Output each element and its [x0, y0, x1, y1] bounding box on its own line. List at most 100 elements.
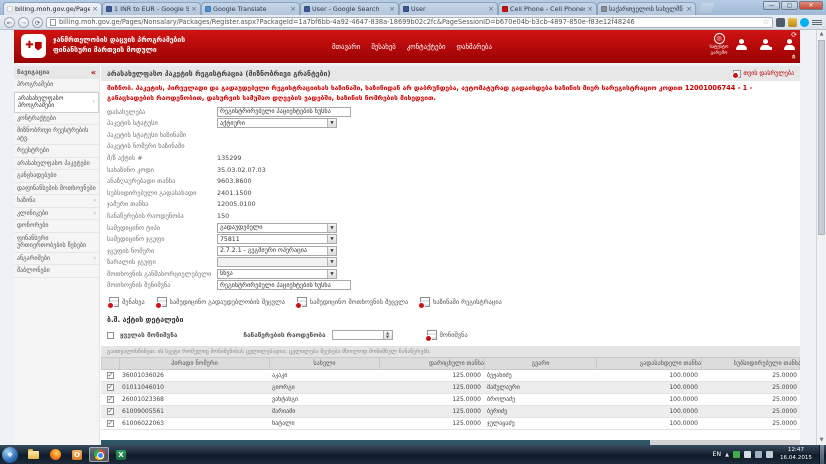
refresh-icon[interactable]: ⟳: [791, 31, 797, 39]
browser-tab[interactable]: billing.moh.gov.ge/Page ×: [3, 2, 102, 15]
field-select[interactable]: 75811 ▼: [217, 234, 337, 244]
sidebar-item[interactable]: კლინიკები ›: [14, 208, 99, 221]
sidebar-item[interactable]: არასახელფასო პროგრამები ›: [14, 92, 99, 113]
sidebar-item[interactable]: შაბლონები ›: [14, 265, 99, 278]
collapse-up-icon[interactable]: »: [789, 54, 798, 59]
antivirus-tray-icon[interactable]: [733, 451, 740, 458]
table-column-header[interactable]: სახელი: [270, 358, 380, 369]
tab-close-icon[interactable]: ×: [686, 6, 692, 12]
users-group-icon[interactable]: [784, 39, 795, 51]
table-column-header[interactable]: პირადი ნომერი: [120, 358, 270, 369]
chrome-menu-icon[interactable]: [812, 18, 822, 27]
action-button[interactable]: შენახვა: [109, 297, 145, 307]
table-column-header[interactable]: [102, 358, 120, 369]
chevron-down-icon[interactable]: ▼: [327, 224, 336, 232]
chevron-down-icon[interactable]: ▼: [327, 270, 336, 278]
user-icon[interactable]: [736, 39, 747, 51]
outlook-taskbar-icon[interactable]: O: [67, 447, 87, 462]
address-bar[interactable]: billing.moh.gov.ge/Pages/Nonsalary/Packa…: [46, 17, 773, 28]
flag-tray-icon[interactable]: [744, 451, 751, 458]
close-button[interactable]: ✕: [799, 1, 823, 10]
bookmark-star-icon[interactable]: ☆: [763, 18, 769, 26]
browser-tab[interactable]: საქართველოს სახელმწ ×: [597, 2, 696, 15]
scroll-up-icon[interactable]: ▲: [817, 30, 826, 39]
browser-tab[interactable]: User ×: [399, 2, 498, 15]
table-row[interactable]: 61006022063 ნატალი 125.0000 ჯულაყაძე 100…: [101, 418, 800, 430]
month-close-button[interactable]: თვის დასრულება: [733, 70, 794, 78]
sidebar-item[interactable]: დონორები ›: [14, 220, 99, 233]
row-checkbox[interactable]: [107, 420, 114, 427]
action-button[interactable]: ხაზინაში რეგისტრაცია: [420, 297, 502, 307]
reload-button[interactable]: ⟳: [32, 17, 43, 28]
header-nav-link[interactable]: მთავარი: [332, 43, 360, 51]
field-select[interactable]: გადაუდებელი ▼: [217, 223, 337, 233]
sidebar-collapse-icon[interactable]: «: [91, 69, 96, 77]
field-input[interactable]: [217, 107, 351, 117]
chrome-taskbar-icon[interactable]: [89, 447, 109, 462]
browser-tab[interactable]: Cell Phone - Cell Phones ×: [498, 2, 597, 15]
browser-tab[interactable]: 1 INR to EUR - Google Se ×: [102, 2, 201, 15]
extension-plug-icon[interactable]: [776, 18, 785, 27]
field-select[interactable]: აქტიური ▼: [217, 118, 337, 128]
mark-button[interactable]: მონიშვნა: [427, 330, 468, 340]
show-desktop-button[interactable]: [819, 445, 824, 464]
chevron-down-icon[interactable]: ▼: [327, 258, 336, 266]
tab-close-icon[interactable]: ×: [389, 6, 395, 12]
tab-close-icon[interactable]: ×: [290, 6, 296, 12]
row-checkbox[interactable]: [107, 384, 114, 391]
action-button[interactable]: სამედიცინო გადაუდებლობის შეცვლა: [157, 297, 285, 307]
table-column-header[interactable]: სუბსიდირებული თანხა: [702, 358, 800, 369]
sidebar-item[interactable]: ხაზინა ›: [14, 195, 99, 208]
moh-logo[interactable]: ✚: [21, 34, 46, 58]
table-row[interactable]: 01011046010 გიორგი 125.0000 მამულაური 10…: [101, 382, 800, 394]
spinner-icon[interactable]: ▲▼: [384, 330, 393, 340]
user-list-icon[interactable]: [760, 39, 771, 51]
sidebar-item[interactable]: პროგრამები ›: [14, 79, 99, 92]
extension-box-icon[interactable]: [788, 18, 797, 27]
maximize-button[interactable]: ▢: [781, 1, 798, 10]
volume-tray-icon[interactable]: [766, 451, 773, 458]
firefox-taskbar-icon[interactable]: [45, 447, 65, 462]
field-select[interactable]: ▼: [217, 257, 337, 267]
table-column-header[interactable]: გვარი: [485, 358, 597, 369]
start-button[interactable]: ❖: [2, 447, 18, 463]
row-checkbox[interactable]: [107, 372, 114, 379]
sidebar-item[interactable]: კონტრაქტები ›: [14, 113, 99, 126]
browser-tab[interactable]: Google Translate ×: [201, 2, 300, 15]
sidebar-item[interactable]: ანგარიშები ›: [14, 253, 99, 266]
browser-tab[interactable]: User - Google Search ×: [300, 2, 399, 15]
tab-close-icon[interactable]: ×: [488, 6, 494, 12]
excel-taskbar-icon[interactable]: X: [111, 447, 131, 462]
back-button[interactable]: ←: [4, 17, 15, 28]
forward-button[interactable]: →: [18, 17, 29, 28]
sidebar-item[interactable]: არასახელფასო პაკეტები ›: [14, 158, 99, 171]
tab-close-icon[interactable]: ×: [92, 6, 98, 12]
chevron-down-icon[interactable]: ▼: [327, 235, 336, 243]
sidebar-item[interactable]: მიზნობრივი რეესტრების ატვ. ›: [14, 125, 99, 145]
field-select[interactable]: 2.7.2.1 - გეგმიური ოპერაცია ▼: [217, 246, 337, 256]
row-checkbox[interactable]: [107, 408, 114, 415]
new-tab-button[interactable]: [698, 3, 715, 13]
header-nav-link[interactable]: კონტაქტები: [407, 43, 446, 51]
table-column-header[interactable]: გადასახდელი თანხა: [597, 358, 702, 369]
skype-icon[interactable]: [800, 18, 809, 27]
tray-expand-icon[interactable]: ▲: [725, 452, 729, 458]
tab-close-icon[interactable]: ×: [191, 6, 197, 12]
language-indicator[interactable]: EN: [712, 451, 721, 458]
table-column-header[interactable]: დარიცხული თანხა: [380, 358, 485, 369]
page-scrollbar[interactable]: ▲ ▼: [816, 30, 826, 445]
action-button[interactable]: სამედიცინო მოთხოვნის შეცვლა: [297, 297, 408, 307]
scrollbar-thumb[interactable]: [818, 40, 825, 235]
header-nav-link[interactable]: დახმარება: [457, 43, 492, 51]
table-row[interactable]: 61009005561 მარიამი 125.0000 ბერიძე 100.…: [101, 406, 800, 418]
sidebar-item[interactable]: ფინანსური ურთიერთობების წესები ›: [14, 233, 99, 253]
explorer-taskbar-icon[interactable]: [23, 447, 43, 462]
sidebar-item[interactable]: განცხადებები ›: [14, 170, 99, 183]
clock[interactable]: 12:47 16.04.2015: [777, 447, 815, 462]
table-row[interactable]: 26001023368 ვახტანგი 125.0000 ბროლაძე 10…: [101, 394, 800, 406]
table-row[interactable]: 36001036026 აკაკი 125.0000 ბეჟანიძე 100.…: [101, 370, 800, 382]
chevron-down-icon[interactable]: ▼: [327, 119, 336, 127]
chevron-down-icon[interactable]: ▼: [327, 247, 336, 255]
minimize-button[interactable]: —: [763, 1, 780, 10]
header-nav-link[interactable]: შესახებ: [371, 43, 396, 51]
